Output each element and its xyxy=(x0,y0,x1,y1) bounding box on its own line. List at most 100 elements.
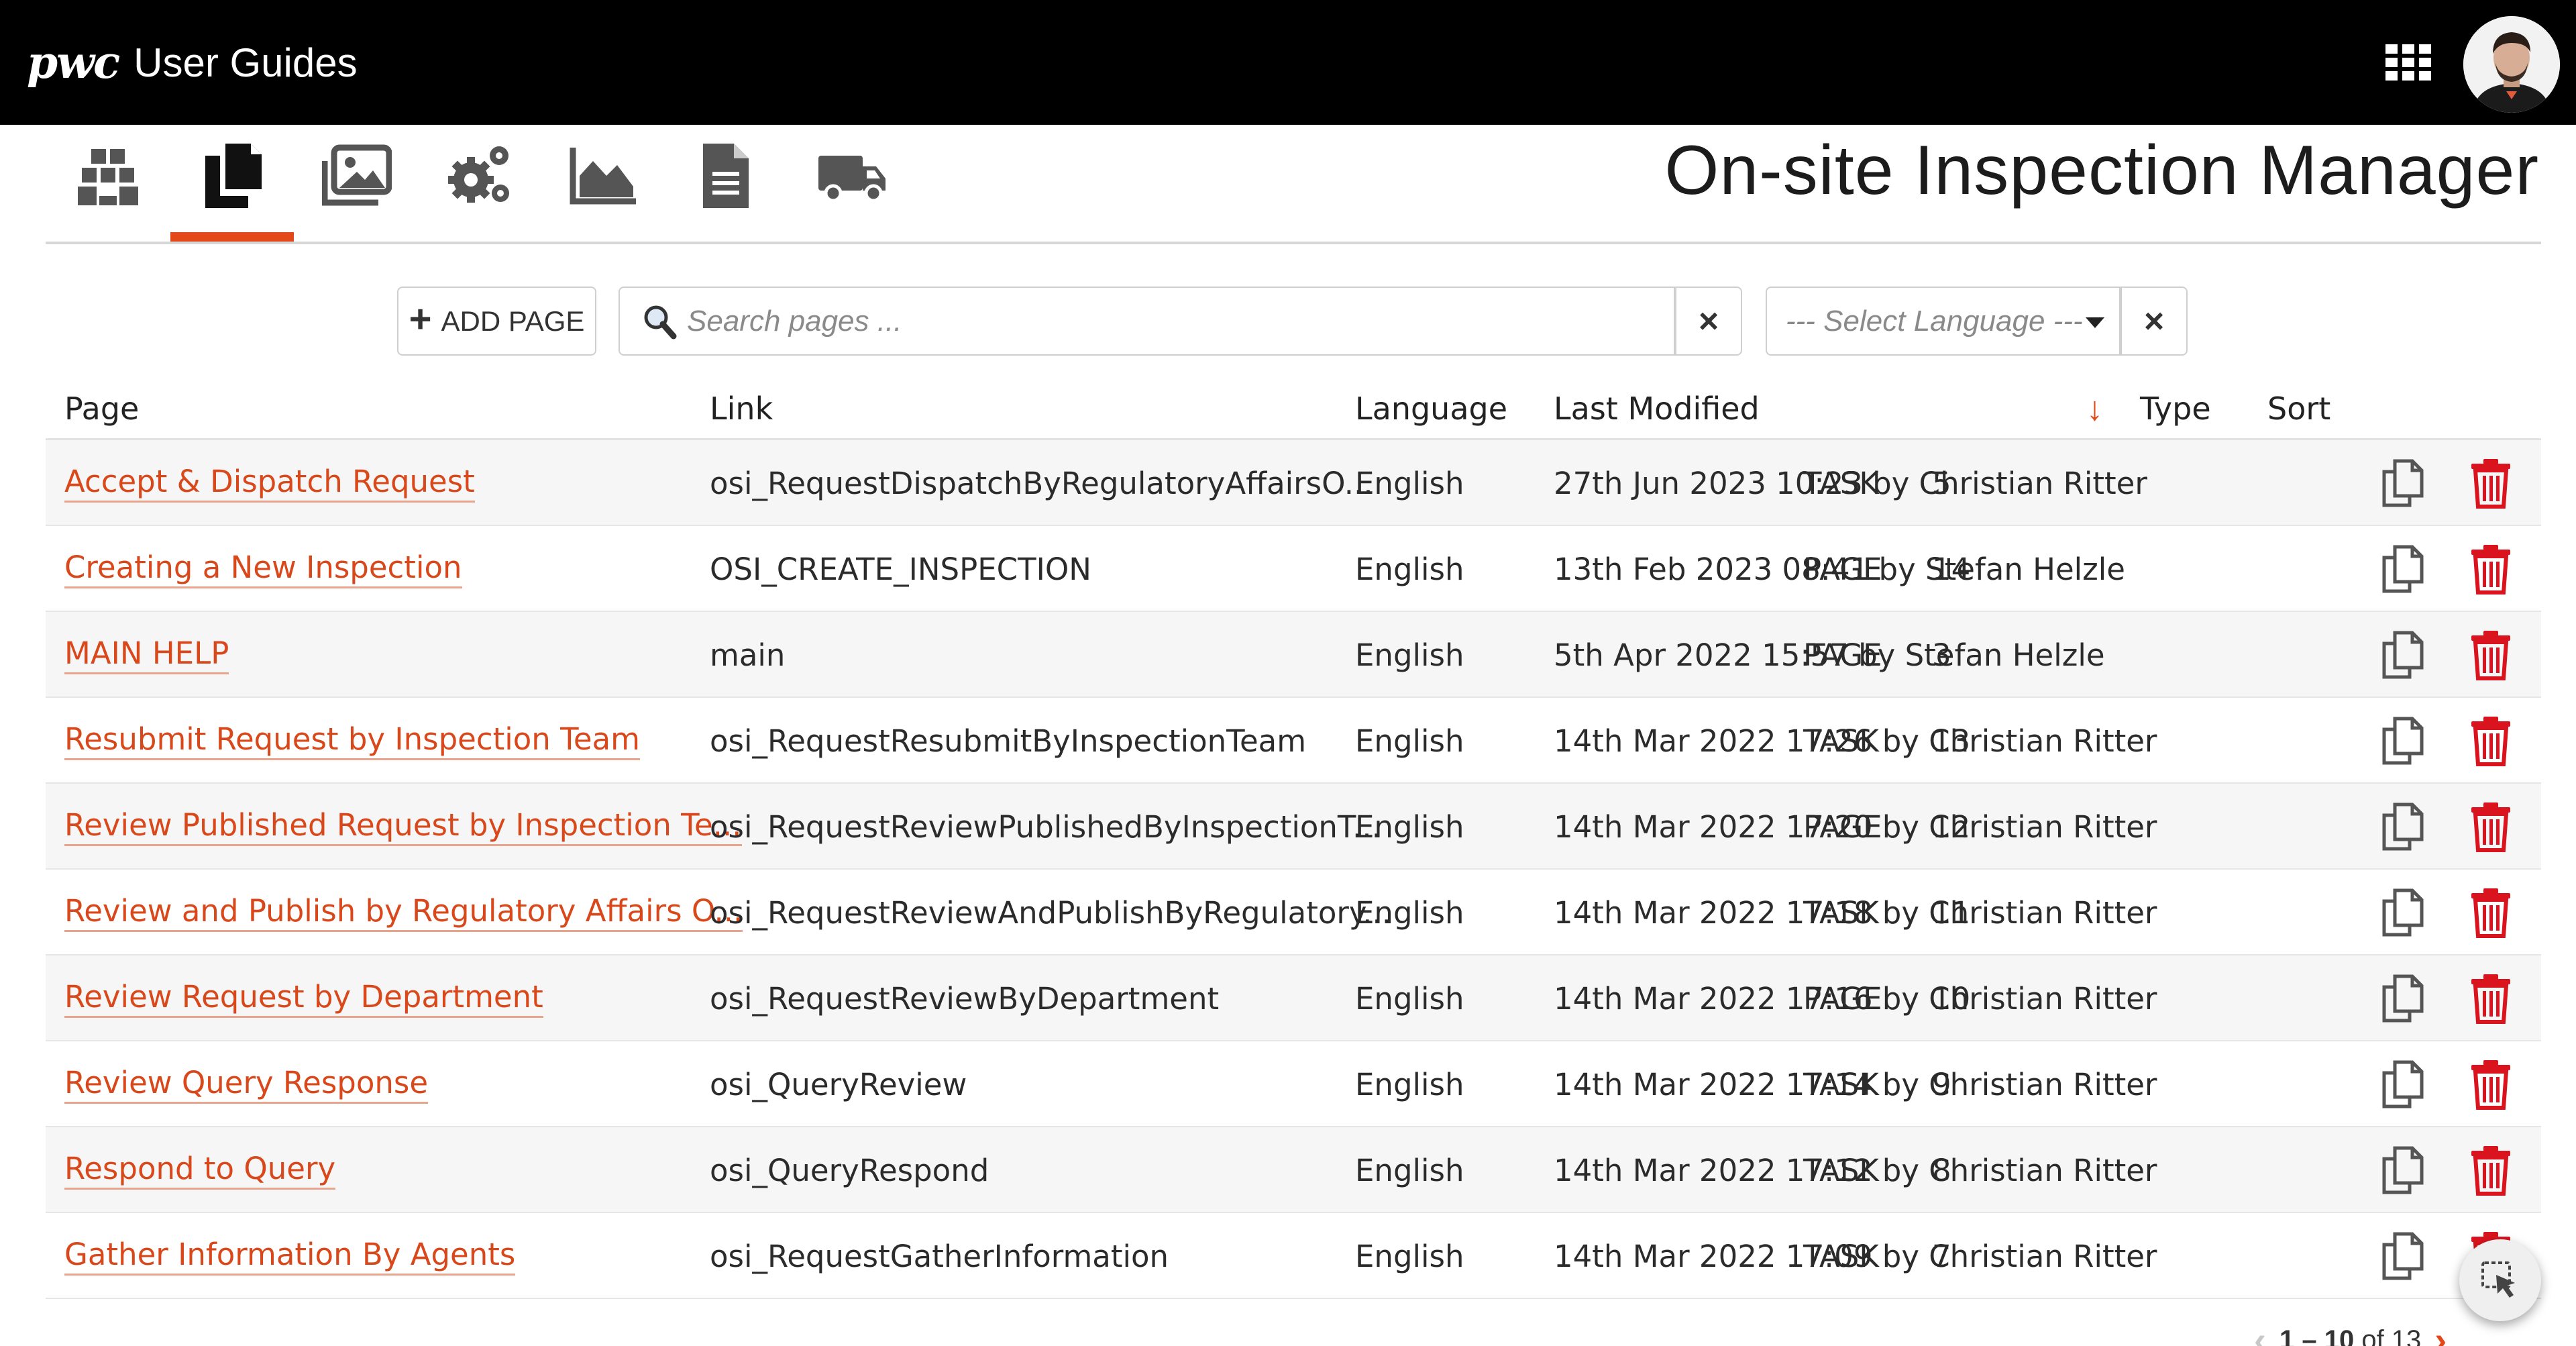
cell-page: Respond to Query xyxy=(64,1127,336,1213)
search-input[interactable] xyxy=(687,304,1626,338)
column-header-type[interactable]: Type xyxy=(2140,391,2211,427)
table-row[interactable]: Resubmit Request by Inspection Team osi_R… xyxy=(46,698,2541,784)
table-row[interactable]: Review Query Response osi_QueryReview Engl… xyxy=(46,1041,2541,1127)
page-link[interactable]: Respond to Query xyxy=(64,1151,336,1190)
page-link[interactable]: Accept & Dispatch Request xyxy=(64,464,475,503)
cell-language: English xyxy=(1355,1238,1464,1274)
page-link[interactable]: Resubmit Request by Inspection Team xyxy=(64,721,641,760)
cell-sort: 13 xyxy=(1932,723,1971,759)
copy-icon[interactable] xyxy=(2380,870,2424,955)
cell-type: TASK xyxy=(1803,894,1879,931)
cell-sort: 14 xyxy=(1932,551,1971,587)
column-header-link[interactable]: Link xyxy=(710,391,773,427)
cell-page: Review and Publish by Regulatory Affairs… xyxy=(64,870,743,955)
cell-page: Review Request by Department xyxy=(64,955,543,1041)
copy-icon[interactable] xyxy=(2380,955,2424,1041)
add-page-button[interactable]: + ADD PAGE xyxy=(397,287,596,356)
trash-icon[interactable] xyxy=(2469,784,2513,870)
cell-type: PAGE xyxy=(1803,637,1882,673)
cell-language: English xyxy=(1355,980,1464,1017)
chevron-left-icon[interactable]: ‹ xyxy=(2254,1319,2266,1346)
column-header-last-modified[interactable]: Last Modified xyxy=(1554,391,1760,427)
cell-link: main xyxy=(710,637,786,673)
floating-select-button[interactable] xyxy=(2459,1239,2541,1321)
trash-icon[interactable] xyxy=(2469,870,2513,955)
nav-pages[interactable] xyxy=(170,134,294,242)
page-link[interactable]: Review and Publish by Regulatory Affairs… xyxy=(64,893,743,932)
nav-chart[interactable] xyxy=(541,134,664,242)
trash-icon[interactable] xyxy=(2469,440,2513,526)
brand[interactable]: pwc User Guides xyxy=(27,0,358,125)
table-row[interactable]: Review Request by Department osi_RequestR… xyxy=(46,955,2541,1041)
copy-icon[interactable] xyxy=(2380,1213,2424,1299)
cell-type: PAGE xyxy=(1803,809,1882,845)
trash-icon[interactable] xyxy=(2469,1127,2513,1213)
cell-type: PAGE xyxy=(1803,551,1882,587)
cell-language: English xyxy=(1355,723,1464,759)
plus-icon: + xyxy=(409,297,432,341)
cell-link: OSI_CREATE_INSPECTION xyxy=(710,551,1091,587)
pagination-range: 1 – 10 of 13 xyxy=(2279,1325,2422,1346)
nav-document[interactable] xyxy=(664,134,788,242)
sort-descending-icon[interactable]: ↓ xyxy=(2086,389,2103,428)
cell-link: osi_RequestDispatchByRegulatoryAffairsO.… xyxy=(710,465,1373,501)
copy-icon[interactable] xyxy=(2380,526,2424,612)
cell-type: TASK xyxy=(1803,723,1879,759)
table-header: Page Link Language Last Modified ↓ Type … xyxy=(46,376,2541,440)
chevron-right-icon[interactable]: › xyxy=(2434,1319,2447,1346)
table-row[interactable]: Creating a New Inspection OSI_CREATE_INSP… xyxy=(46,526,2541,612)
apps-grid-icon[interactable] xyxy=(2385,44,2431,83)
nav-settings[interactable] xyxy=(417,134,541,242)
user-avatar[interactable] xyxy=(2463,16,2560,113)
page-link[interactable]: Gather Information By Agents xyxy=(64,1237,516,1276)
table-row[interactable]: MAIN HELP main English 5th Apr 2022 15:57 b… xyxy=(46,612,2541,698)
page-link[interactable]: Review Request by Department xyxy=(64,979,543,1018)
clear-language-button[interactable]: × xyxy=(2121,287,2188,356)
trash-icon[interactable] xyxy=(2469,698,2513,784)
chart-icon xyxy=(570,148,636,205)
active-tab-underline xyxy=(170,232,294,242)
copy-icon[interactable] xyxy=(2380,612,2424,698)
cell-page: Review Query Response xyxy=(64,1041,429,1127)
pages-table: Page Link Language Last Modified ↓ Type … xyxy=(46,376,2541,1299)
trash-icon[interactable] xyxy=(2469,1041,2513,1127)
cell-link: osi_RequestReviewPublishedByInspectionT.… xyxy=(710,809,1381,845)
copy-icon[interactable] xyxy=(2380,1127,2424,1213)
copy-icon[interactable] xyxy=(2380,440,2424,526)
cell-sort: 12 xyxy=(1932,809,1971,845)
copy-icon[interactable] xyxy=(2380,784,2424,870)
cell-language: English xyxy=(1355,1152,1464,1188)
nav-images[interactable] xyxy=(294,134,417,242)
trash-icon[interactable] xyxy=(2469,612,2513,698)
settings-icon xyxy=(448,146,509,203)
page-link[interactable]: Creating a New Inspection xyxy=(64,550,462,588)
trash-icon[interactable] xyxy=(2469,955,2513,1041)
cell-sort: 3 xyxy=(1932,637,1951,673)
table-row[interactable]: Gather Information By Agents osi_RequestG… xyxy=(46,1213,2541,1299)
page-link[interactable]: Review Published Request by Inspection T… xyxy=(64,807,742,846)
pages-icon xyxy=(205,144,262,208)
copy-icon[interactable] xyxy=(2380,698,2424,784)
page-link[interactable]: Review Query Response xyxy=(64,1065,429,1104)
column-header-sort[interactable]: Sort xyxy=(2267,391,2330,427)
clear-search-button[interactable]: × xyxy=(1675,287,1742,356)
nav-boxes[interactable] xyxy=(47,134,170,242)
table-row[interactable]: Review Published Request by Inspection T… xyxy=(46,784,2541,870)
trash-icon[interactable] xyxy=(2469,526,2513,612)
nav-truck[interactable] xyxy=(788,134,911,242)
table-row[interactable]: Respond to Query osi_QueryRespond English 1… xyxy=(46,1127,2541,1213)
title-divider xyxy=(46,242,2541,244)
cell-page: Review Published Request by Inspection T… xyxy=(64,784,742,870)
page-link[interactable]: MAIN HELP xyxy=(64,635,229,674)
top-header-bar: pwc User Guides xyxy=(0,0,2576,125)
cell-link: osi_RequestReviewByDepartment xyxy=(710,980,1220,1017)
column-header-language[interactable]: Language xyxy=(1355,391,1507,427)
cell-sort: 5 xyxy=(1932,465,1951,501)
table-row[interactable]: Review and Publish by Regulatory Affairs… xyxy=(46,870,2541,955)
column-header-page[interactable]: Page xyxy=(64,391,139,427)
language-select[interactable]: --- Select Language --- xyxy=(1766,287,2121,356)
cell-link: osi_RequestGatherInformation xyxy=(710,1238,1169,1274)
copy-icon[interactable] xyxy=(2380,1041,2424,1127)
table-row[interactable]: Accept & Dispatch Request osi_RequestDisp… xyxy=(46,440,2541,526)
search-field[interactable] xyxy=(619,287,1675,356)
